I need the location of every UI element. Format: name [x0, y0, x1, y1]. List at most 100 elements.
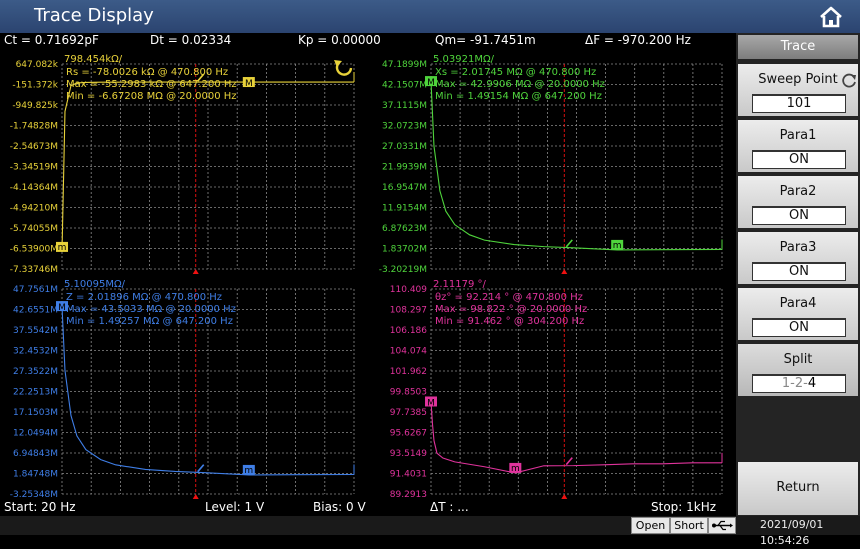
tick-label: -5.74055M [10, 224, 58, 234]
cursor-marker [192, 269, 199, 274]
para4-value: ON [752, 318, 846, 337]
para3-label: Para3 [779, 240, 817, 255]
min-marker-label: m [244, 466, 253, 476]
softkey-panel: Trace Sweep Point 101 Para1 ON Para2 ON … [736, 33, 860, 516]
para2-button[interactable]: Para2 ON [738, 176, 858, 228]
tick-label: 47.1899M [382, 60, 427, 70]
para2-label: Para2 [779, 184, 817, 199]
tick-label: 16.9547M [382, 183, 427, 193]
cursor-point [565, 457, 573, 466]
cursor-point [197, 464, 205, 473]
usb-icon [708, 517, 736, 534]
tick-label: 6.94843M [13, 449, 58, 459]
readout-line: θz° = 92.214 ° @ 470.800 Hz [435, 292, 583, 303]
reference-label: 798.454kΩ/ [64, 54, 123, 65]
tick-label: 37.5542M [13, 326, 58, 336]
para4-button[interactable]: Para4 ON [738, 288, 858, 340]
measurement-info: Ct = 0.71692pF Dt = 0.02334 Kp = 0.00000… [0, 33, 736, 50]
split-value-selected: 4 [807, 376, 817, 391]
sweep-info: Start: 20 Hz Level: 1 V Bias: 0 V ΔT : .… [0, 500, 736, 516]
tick-label: 27.0331M [382, 142, 427, 152]
tick-label: 101.962 [390, 367, 427, 377]
tick-label: 21.9939M [382, 163, 427, 173]
sweep-points-value: 101 [752, 94, 846, 113]
readout-line: Min = 1.49154 MΩ @ 647.200 Hz [435, 91, 602, 102]
tick-label: 106.186 [390, 326, 427, 336]
tick-label: 6.87623M [382, 224, 427, 234]
reference-label: 5.10095MΩ/ [64, 279, 126, 290]
tick-label: -7.33746M [10, 265, 58, 275]
xs-plot[interactable]: 47.1899M 42.1507M 37.1115M 32.0723M 27.0331M… [379, 54, 723, 275]
min-marker-label: m [58, 243, 67, 253]
split-value-options: 1-2- [781, 376, 808, 391]
para2-value: ON [752, 206, 846, 225]
max-marker-label: M [245, 79, 253, 89]
readout-line: Max = 42.9906 MΩ @ 20.0000 Hz [435, 79, 605, 90]
cursor-point [565, 239, 573, 248]
datetime: 2021/09/01 10:54:26 [760, 518, 824, 547]
refresh-icon[interactable] [335, 63, 353, 76]
max-marker-label: M [427, 398, 435, 408]
level-value: Level: 1 V [205, 500, 265, 514]
bias-value: Bias: 0 V [313, 500, 366, 514]
short-button[interactable]: Short [670, 517, 708, 534]
rs-plot[interactable]: 647.082k -151.372k -949.825k -1.74828M -2.54… [10, 54, 355, 275]
home-icon[interactable] [818, 6, 844, 28]
tick-label: -1.74828M [10, 122, 58, 132]
stop-frequency: Stop: 1kHz [651, 500, 717, 514]
sweep-points-button[interactable]: Sweep Point 101 [738, 64, 858, 116]
tick-label: 110.409 [390, 285, 427, 295]
split-label: Split [783, 352, 813, 367]
min-marker-label: m [511, 464, 520, 474]
theta-plot[interactable]: 110.409 108.297 106.186 104.074 101.962 99.85… [390, 279, 723, 500]
return-label: Return [776, 480, 820, 495]
split-value: 1-2-4 [752, 374, 846, 393]
return-button[interactable]: Return [738, 462, 858, 515]
tick-label: 95.6267 [390, 429, 427, 439]
tick-label: -3.34519M [10, 163, 58, 173]
para1-button[interactable]: Para1 ON [738, 120, 858, 172]
para1-label: Para1 [779, 128, 817, 143]
tick-label: 42.1507M [382, 81, 427, 91]
tick-label: -2.54673M [10, 142, 58, 152]
sweep-points-label: Sweep Point [758, 72, 838, 87]
kp-value: Kp = 0.00000 [298, 33, 381, 47]
tick-label: 93.5149 [390, 449, 427, 459]
readout-line: Max = -55.2983 kΩ @ 647.200 Hz [66, 79, 237, 90]
tick-label: 1.84748M [13, 470, 58, 480]
readout-line: Max = 98.822 ° @ 20.0000 Hz [435, 304, 587, 315]
dt-value: Dt = 0.02334 [150, 33, 232, 47]
readout-line: Rs = -78.0026 kΩ @ 470.800 Hz [66, 67, 228, 78]
open-button[interactable]: Open [631, 517, 670, 534]
readout-line: Xs = 2.01745 MΩ @ 470.800 Hz [435, 67, 596, 78]
para1-value: ON [752, 150, 846, 169]
tick-label: 17.1503M [13, 408, 58, 418]
start-frequency: Start: 20 Hz [4, 500, 76, 514]
readout-line: Min = 91.462 ° @ 304.200 Hz [435, 316, 584, 327]
cursor-marker [561, 269, 568, 274]
tick-label: 647.082k [16, 60, 59, 70]
tick-label: 27.3522M [13, 367, 58, 377]
split-button[interactable]: Split 1-2-4 [738, 344, 858, 396]
tick-label: -3.25348M [10, 490, 58, 500]
page-title: Trace Display [34, 5, 154, 26]
tick-label: 108.297 [390, 306, 427, 316]
tick-label: 47.7561M [13, 285, 58, 295]
z-plot[interactable]: 47.7561M 42.6551M 37.5542M 32.4532M 27.3522M… [10, 279, 355, 500]
trace-menu-header: Trace [738, 35, 858, 59]
trace-line [61, 81, 355, 252]
para4-label: Para4 [779, 296, 817, 311]
para3-button[interactable]: Para3 ON [738, 232, 858, 284]
tick-label: 97.7385 [390, 408, 427, 418]
tick-label: 89.2913 [390, 490, 427, 500]
trace-menu-label: Trace [780, 39, 816, 54]
rotate-icon [842, 73, 856, 88]
tick-label: 32.0723M [382, 122, 427, 132]
tick-label: 11.9154M [382, 204, 427, 214]
max-marker-label: M [58, 303, 66, 313]
tick-label: 104.074 [390, 347, 427, 357]
tick-label: -151.372k [12, 81, 58, 91]
status-bar: Open Short 2021/09/01 10:54:26 [0, 516, 860, 547]
readout-line: Z = 2.01896 MΩ @ 470.800 Hz [66, 292, 222, 303]
tick-label: 37.1115M [382, 101, 427, 111]
